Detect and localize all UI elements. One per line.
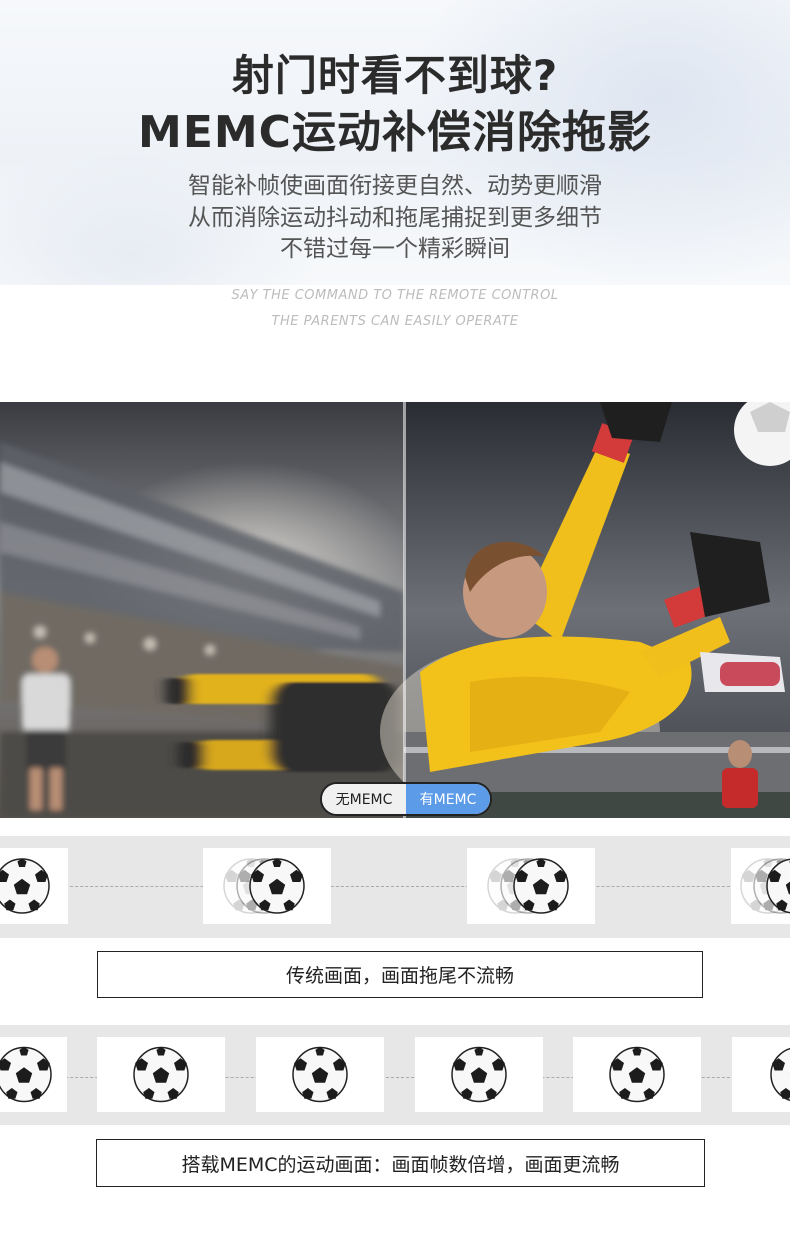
frame-5 <box>573 1037 701 1112</box>
frame-ball-illustration <box>0 858 50 914</box>
soccer-ball-icon <box>249 858 305 914</box>
comparison-divider[interactable] <box>403 402 406 818</box>
frame-timeline <box>0 886 790 887</box>
traditional-frames-strip <box>0 836 790 938</box>
frame-6 <box>732 1037 790 1112</box>
memc-frames-strip <box>0 1025 790 1125</box>
frame-4 <box>415 1037 543 1112</box>
english-tagline-1: SAY THE COMMAND TO THE REMOTE CONTROL <box>231 288 559 303</box>
frame-ball-illustration <box>609 1046 665 1103</box>
soccer-ball-icon <box>292 1046 348 1103</box>
goalkeeper-scene-illustration <box>0 402 790 818</box>
without-memc-half <box>0 402 420 818</box>
page-title-feature: MEMC运动补偿消除拖影 <box>138 107 652 158</box>
frame-2 <box>203 848 331 924</box>
memc-caption: 搭载MEMC的运动画面：画面帧数倍增，画面更流畅 <box>96 1139 705 1187</box>
frame-3 <box>256 1037 384 1112</box>
frame-2 <box>97 1037 225 1112</box>
toggle-without-memc[interactable]: 无MEMC <box>322 784 406 814</box>
soccer-ball-icon <box>0 858 50 914</box>
soccer-ball-icon <box>0 1046 52 1103</box>
frame-ball-illustration <box>292 1046 348 1103</box>
frame-1 <box>0 848 68 924</box>
frame-ball-illustration <box>223 858 305 914</box>
subtitle-line-2: 从而消除运动抖动和拖尾捕捉到更多细节 <box>188 205 602 231</box>
subtitle-line-1: 智能补帧使画面衔接更自然、动势更顺滑 <box>188 173 602 199</box>
frame-1 <box>0 1037 67 1112</box>
frame-ball-illustration <box>0 1046 52 1103</box>
memc-toggle[interactable]: 无MEMC 有MEMC <box>320 782 492 816</box>
frame-ball-illustration <box>451 1046 507 1103</box>
frame-4 <box>731 848 790 924</box>
frame-ball-illustration <box>770 1047 790 1102</box>
soccer-ball-icon <box>513 858 569 914</box>
soccer-ball-icon <box>609 1046 665 1103</box>
memc-comparison-photo: 无MEMC 有MEMC <box>0 402 790 818</box>
frame-ball-illustration <box>740 858 790 914</box>
soccer-ball-icon <box>770 1047 790 1102</box>
english-tagline-2: THE PARENTS CAN EASILY OPERATE <box>271 314 519 329</box>
page-title-question: 射门时看不到球? <box>231 51 559 100</box>
header-banner: 射门时看不到球? MEMC运动补偿消除拖影 智能补帧使画面衔接更自然、动势更顺滑… <box>0 0 790 285</box>
toggle-with-memc[interactable]: 有MEMC <box>406 784 490 814</box>
frame-ball-illustration <box>487 858 569 914</box>
subtitle-line-3: 不错过每一个精彩瞬间 <box>280 236 510 262</box>
traditional-caption: 传统画面，画面拖尾不流畅 <box>97 951 703 998</box>
soccer-ball-icon <box>133 1046 189 1103</box>
frame-ball-illustration <box>133 1046 189 1103</box>
with-memc-half <box>380 402 790 818</box>
frame-3 <box>467 848 595 924</box>
soccer-ball-icon <box>451 1046 507 1103</box>
